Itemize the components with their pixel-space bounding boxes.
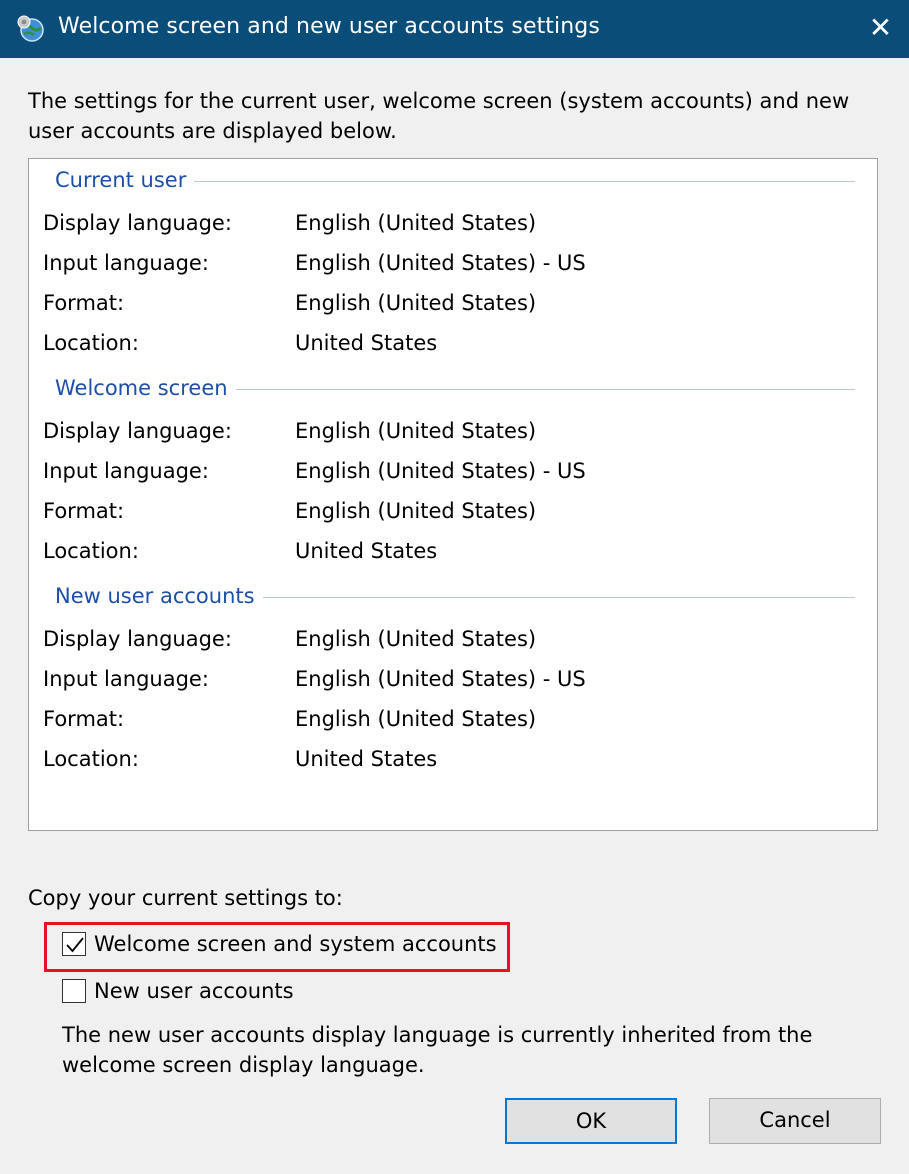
section-heading-welcome-screen: Welcome screen (55, 376, 236, 400)
new-user-display-language-label: Display language: (43, 627, 232, 651)
welcome-format-label: Format: (43, 499, 125, 523)
current-user-input-language-value: English (United States) - US (295, 251, 586, 275)
settings-panel: Current user Display language: English (… (28, 158, 878, 831)
current-user-format-value: English (United States) (295, 291, 537, 315)
new-user-accounts-checkbox[interactable] (62, 979, 86, 1003)
new-user-format-label: Format: (43, 707, 125, 731)
intro-text: The settings for the current user, welco… (28, 89, 850, 143)
cancel-button[interactable]: Cancel (709, 1098, 881, 1144)
current-user-location-label: Location: (43, 331, 139, 355)
welcome-display-language-label: Display language: (43, 419, 232, 443)
close-button[interactable]: ✕ (852, 0, 909, 58)
new-user-accounts-checkbox-label: New user accounts (94, 979, 294, 1003)
window-title: Welcome screen and new user accounts set… (58, 14, 600, 39)
close-icon: ✕ (868, 11, 893, 44)
welcome-location-label: Location: (43, 539, 139, 563)
new-user-input-language-label: Input language: (43, 667, 209, 691)
welcome-screen-checkbox[interactable] (62, 932, 86, 956)
ok-button[interactable]: OK (505, 1098, 677, 1144)
globe-settings-icon (17, 15, 44, 42)
welcome-display-language-value: English (United States) (295, 419, 537, 443)
copy-settings-label: Copy your current settings to: (28, 886, 343, 910)
current-user-location-value: United States (295, 331, 438, 355)
welcome-input-language-label: Input language: (43, 459, 209, 483)
current-user-display-language-label: Display language: (43, 211, 232, 235)
welcome-input-language-value: English (United States) - US (295, 459, 586, 483)
current-user-input-language-label: Input language: (43, 251, 209, 275)
welcome-format-value: English (United States) (295, 499, 537, 523)
current-user-format-label: Format: (43, 291, 125, 315)
new-user-location-label: Location: (43, 747, 139, 771)
section-heading-new-user-accounts: New user accounts (55, 584, 263, 608)
new-user-checkbox-row[interactable]: New user accounts (62, 979, 294, 1003)
checkmark-icon (66, 937, 84, 953)
welcome-location-value: United States (295, 539, 438, 563)
welcome-screen-checkbox-row[interactable]: Welcome screen and system accounts (62, 932, 497, 956)
title-bar: Welcome screen and new user accounts set… (0, 0, 909, 58)
inheritance-note: The new user accounts display language i… (62, 1023, 813, 1077)
new-user-format-value: English (United States) (295, 707, 537, 731)
new-user-location-value: United States (295, 747, 438, 771)
welcome-screen-checkbox-label: Welcome screen and system accounts (94, 932, 497, 956)
section-heading-current-user: Current user (55, 168, 195, 192)
new-user-input-language-value: English (United States) - US (295, 667, 586, 691)
current-user-display-language-value: English (United States) (295, 211, 537, 235)
new-user-display-language-value: English (United States) (295, 627, 537, 651)
